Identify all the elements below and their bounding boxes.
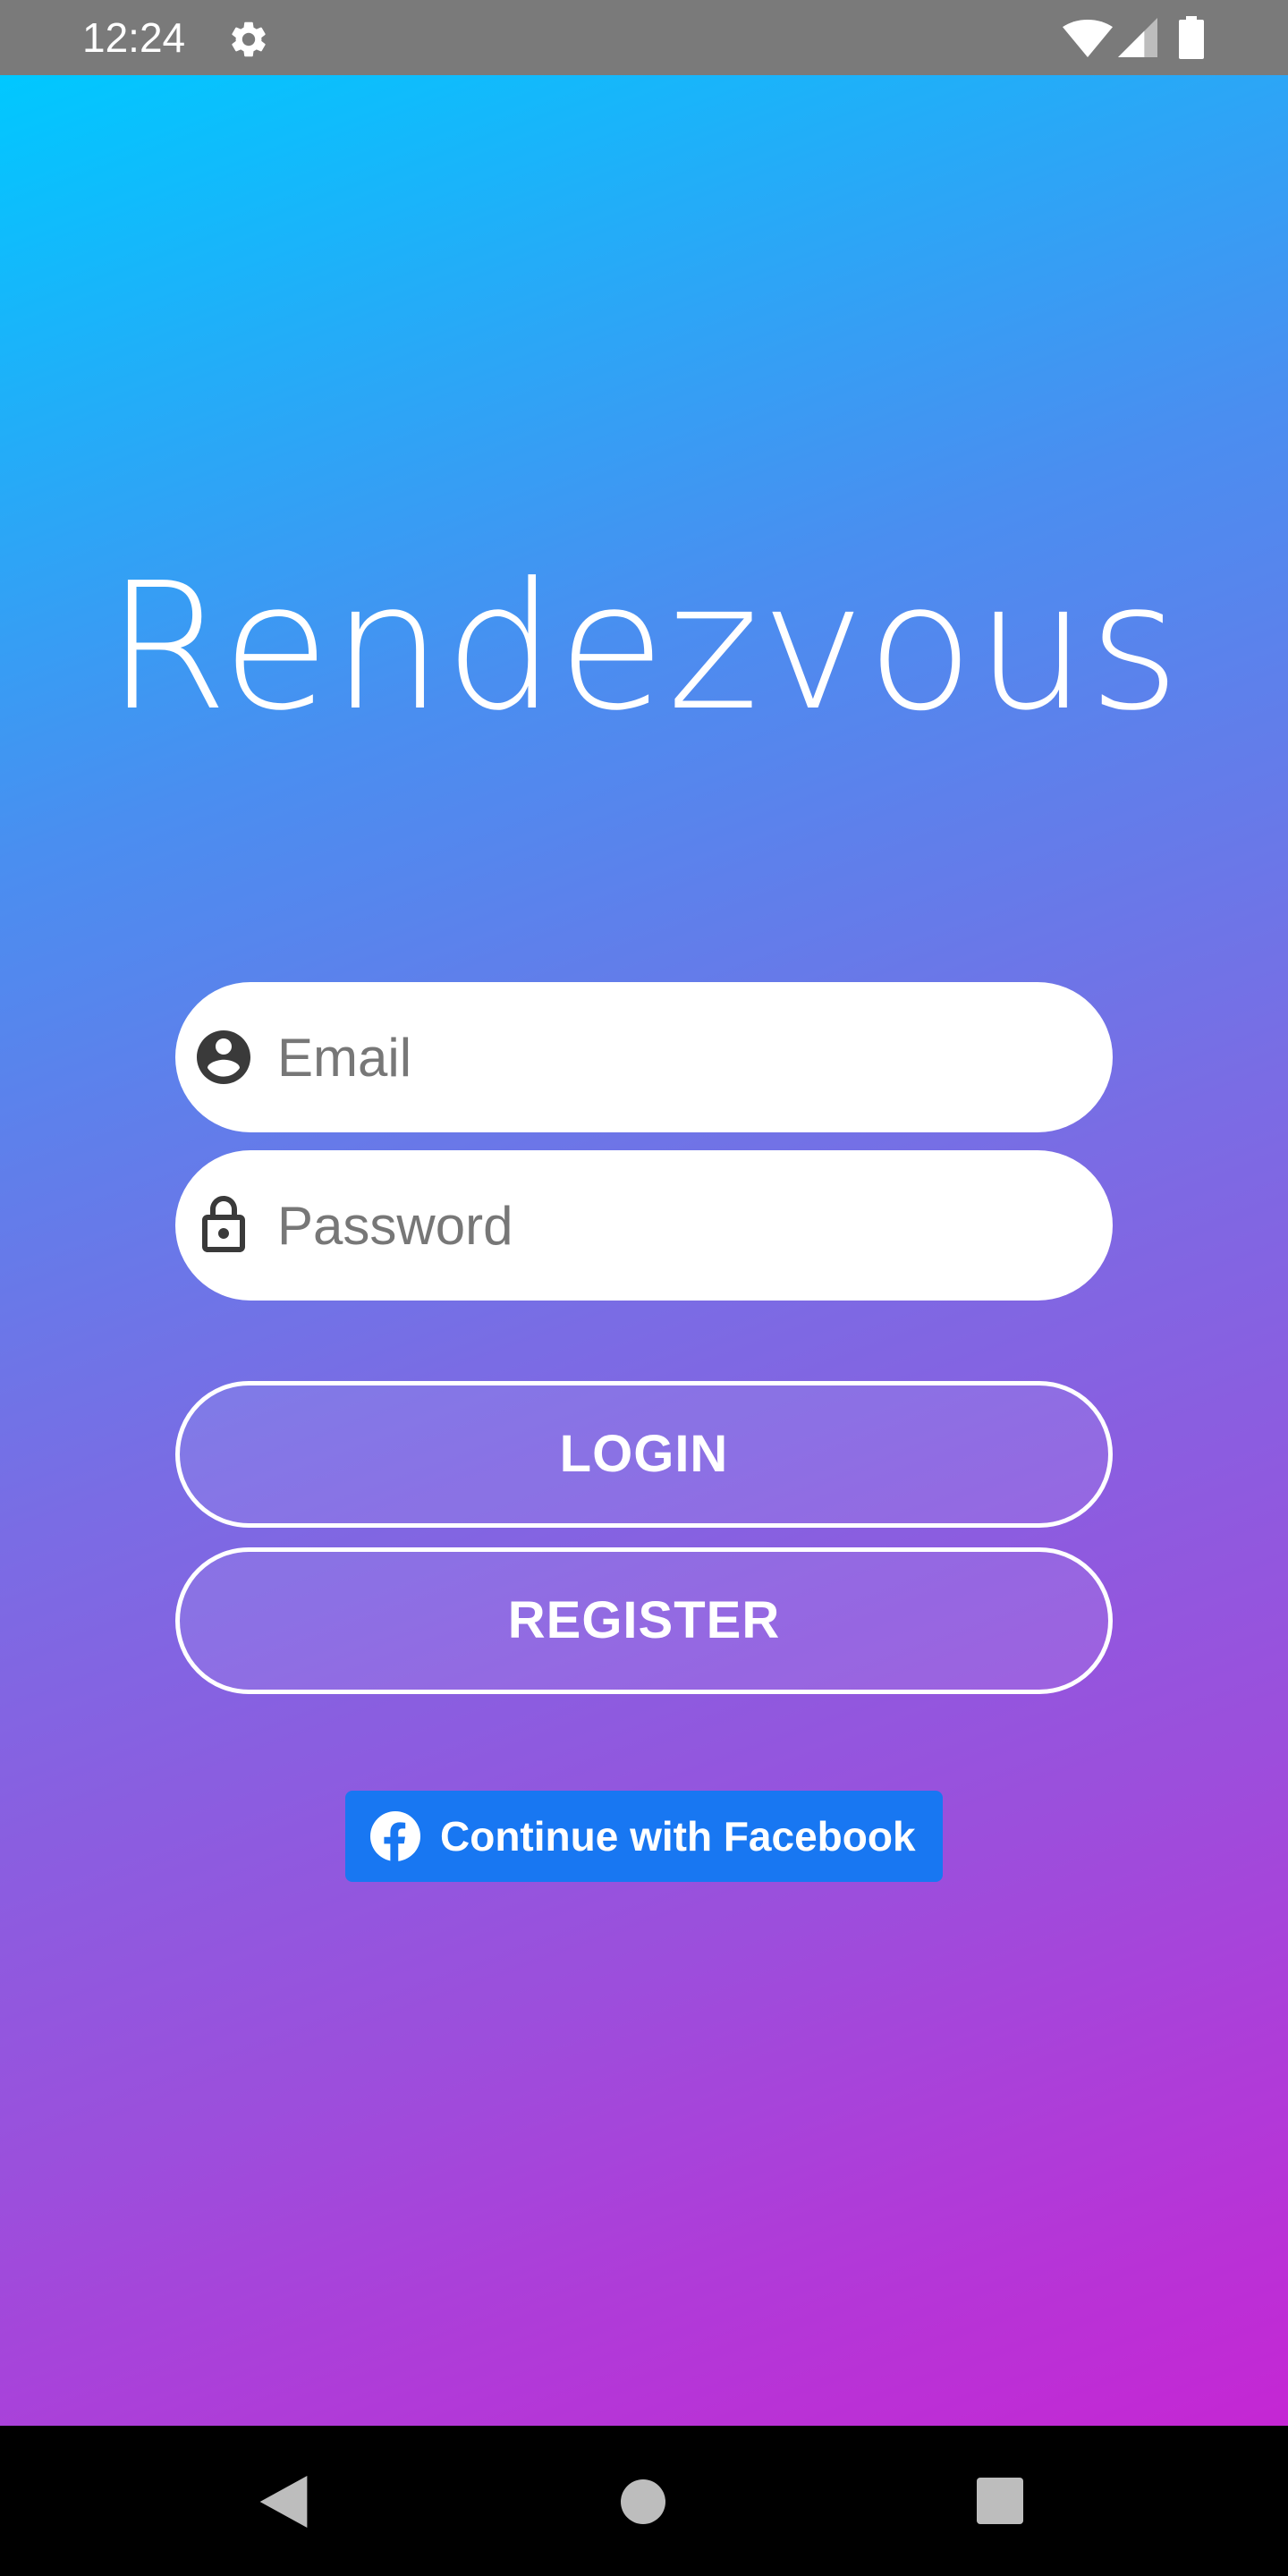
continue-with-facebook-button[interactable]: Continue with Facebook (345, 1791, 943, 1882)
status-time: 12:24 (82, 14, 186, 61)
signal-icon (1118, 18, 1157, 57)
recents-icon[interactable] (977, 2478, 1023, 2524)
email-input[interactable] (277, 982, 1082, 1132)
home-icon[interactable] (621, 2479, 665, 2524)
wifi-icon (1063, 20, 1113, 57)
email-field[interactable] (175, 982, 1113, 1132)
status-bar: 12:24 (0, 0, 1288, 75)
password-input[interactable] (277, 1150, 1082, 1301)
gear-icon (232, 21, 266, 57)
battery-icon (1179, 16, 1204, 59)
password-field[interactable] (175, 1150, 1113, 1301)
login-screen: 12:24 Rendezvous LO (0, 0, 1288, 2576)
register-button[interactable]: REGISTER (175, 1547, 1113, 1694)
login-button[interactable]: LOGIN (175, 1381, 1113, 1528)
facebook-icon (370, 1811, 420, 1861)
navigation-bar (0, 2426, 1288, 2576)
lock-icon (202, 1196, 245, 1252)
main-content: Rendezvous LOGIN REGISTER Continue with … (0, 75, 1288, 2426)
back-icon[interactable] (259, 2476, 308, 2528)
facebook-button-label: Continue with Facebook (440, 1813, 916, 1860)
account-circle-icon (197, 1030, 250, 1084)
app-title: Rendezvous (106, 546, 1182, 750)
